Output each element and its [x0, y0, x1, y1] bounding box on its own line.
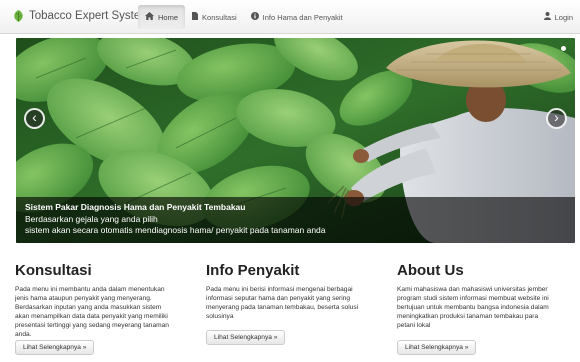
home-icon	[145, 12, 154, 22]
konsultasi-more-button[interactable]: Lihat Selengkapnya »	[15, 340, 95, 355]
caption-line-1: Berdasarkan gejala yang anda pilih	[25, 214, 158, 224]
user-icon	[543, 12, 551, 22]
nav-home[interactable]: Home	[138, 5, 186, 29]
file-icon	[192, 12, 199, 22]
column-text: Kami mahasiswa dan mahasiswi universitas…	[397, 286, 549, 329]
carousel-indicator[interactable]	[561, 46, 566, 51]
nav-konsultasi[interactable]: Konsultasi	[185, 5, 244, 29]
login-link[interactable]: Login	[543, 12, 573, 22]
hero-carousel: ‹ › Sistem Pakar Diagnosis Hama dan Peny…	[16, 38, 575, 243]
column-info-penyakit: Info Penyakit Pada menu ini berisi infor…	[206, 262, 364, 345]
nav-info-hama-label: Info Hama dan Penyakit	[262, 12, 343, 22]
column-title: About Us	[397, 262, 464, 279]
carousel-caption: Sistem Pakar Diagnosis Hama dan Penyakit…	[16, 197, 575, 243]
nav-konsultasi-label: Konsultasi	[202, 12, 237, 22]
column-text: Pada menu ini membantu anda dalam menent…	[15, 286, 169, 338]
brand[interactable]: Tobacco Expert System	[12, 9, 150, 23]
nav-info-hama[interactable]: Info Hama dan Penyakit	[244, 5, 350, 29]
navbar: Tobacco Expert System Home Konsultasi In…	[0, 0, 580, 34]
info-penyakit-more-button[interactable]: Lihat Selengkapnya »	[206, 330, 286, 345]
carousel-prev-button[interactable]: ‹	[24, 108, 45, 129]
carousel-next-button[interactable]: ›	[546, 108, 567, 129]
column-text: Pada menu ini berisi informasi mengenai …	[206, 286, 359, 320]
login-label: Login	[554, 12, 573, 22]
column-title: Konsultasi	[15, 262, 92, 279]
main-nav: Home Konsultasi Info Hama dan Penyakit	[138, 5, 350, 29]
tobacco-leaf-icon	[12, 9, 25, 23]
brand-title: Tobacco Expert System	[29, 10, 150, 22]
nav-home-label: Home	[158, 12, 179, 22]
column-konsultasi: Konsultasi Pada menu ini membantu anda d…	[15, 262, 173, 355]
caption-title: Sistem Pakar Diagnosis Hama dan Penyakit…	[25, 202, 246, 212]
about-us-more-button[interactable]: Lihat Selengkapnya »	[397, 340, 477, 355]
caption-line-2: sistem akan secara otomatis mendiagnosis…	[25, 225, 326, 235]
column-title: Info Penyakit	[206, 262, 300, 279]
info-icon	[250, 12, 259, 22]
column-about-us: About Us Kami mahasiswa dan mahasiswi un…	[397, 262, 555, 355]
